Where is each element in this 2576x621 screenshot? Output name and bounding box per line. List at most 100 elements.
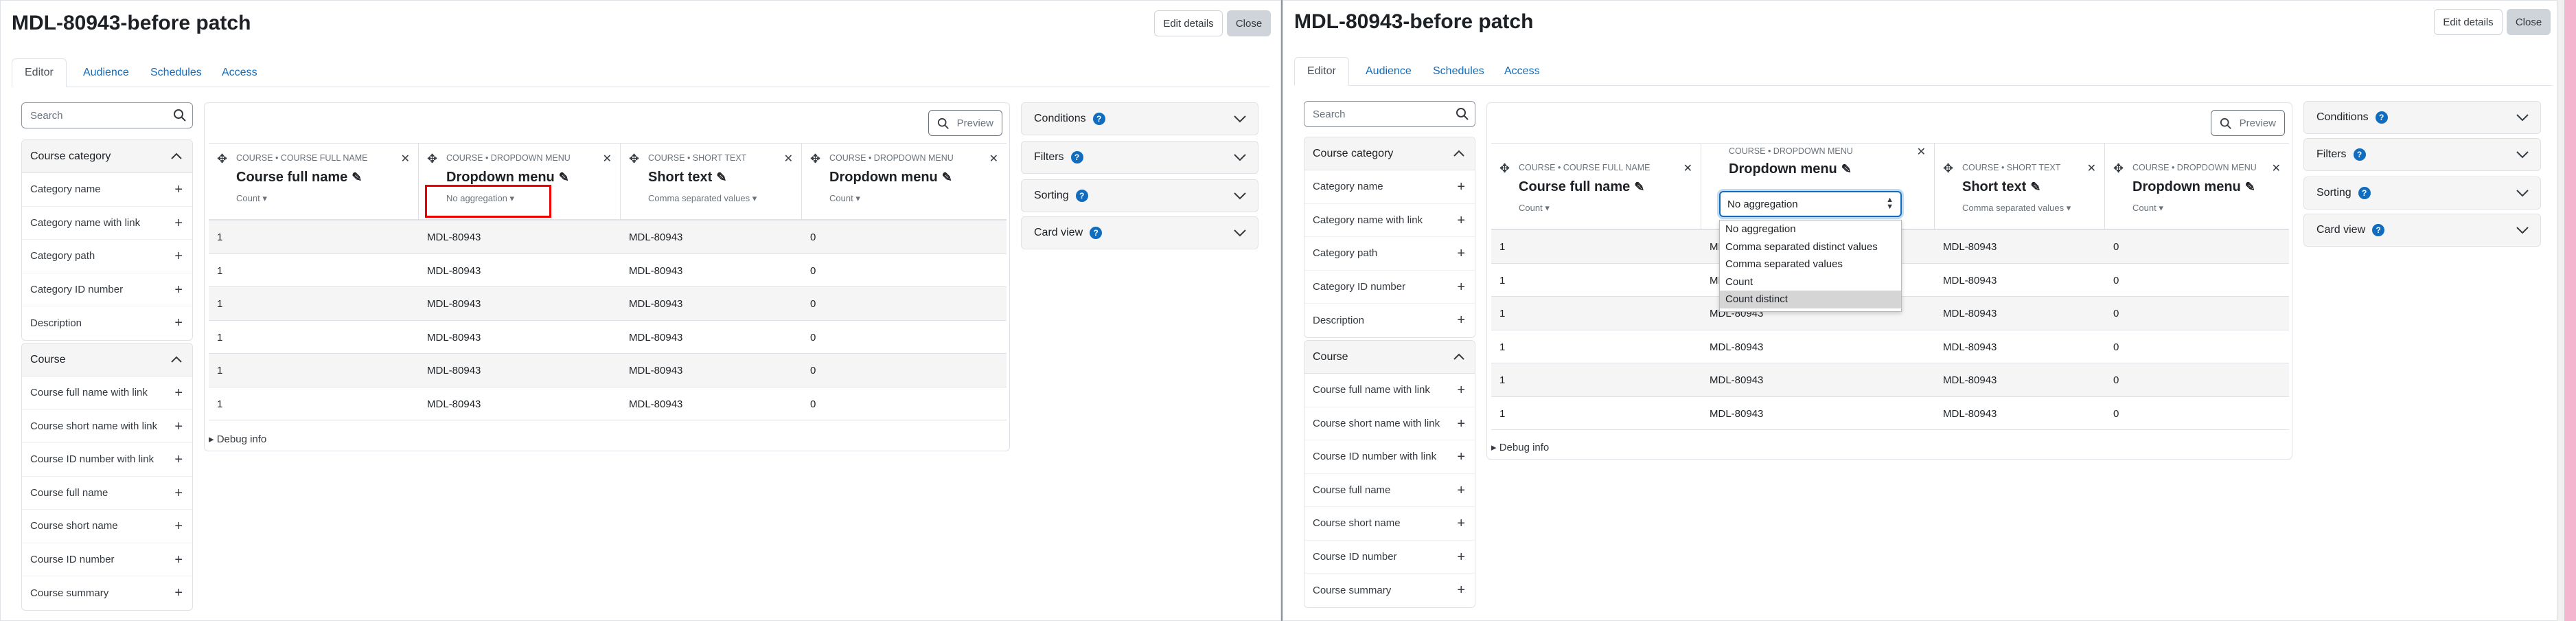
aggregation-select-open[interactable]: No aggregation ▲ ▼: [1719, 191, 1902, 217]
course-header[interactable]: Course: [22, 343, 192, 376]
close-icon[interactable]: ✕: [2272, 161, 2281, 175]
course-category-header[interactable]: Course category: [1304, 137, 1475, 170]
column-name[interactable]: Dropdown menu ✎: [446, 170, 569, 185]
pencil-icon[interactable]: ✎: [352, 170, 362, 185]
sidebar-item-category-path[interactable]: Category path +: [22, 240, 192, 273]
card-view-card[interactable]: Card view?: [2303, 214, 2541, 247]
sidebar-item-description[interactable]: Description +: [22, 306, 192, 340]
aggregation-select[interactable]: Comma separated values ▾: [1962, 203, 2071, 214]
plus-icon[interactable]: +: [1457, 450, 1465, 464]
sidebar-item-course-short-name[interactable]: Course short name +: [1304, 507, 1475, 541]
plus-icon[interactable]: +: [1457, 180, 1465, 194]
sidebar-item-course-short-name-link[interactable]: Course short name with link +: [22, 410, 192, 443]
plus-icon[interactable]: +: [1457, 280, 1465, 294]
move-icon[interactable]: ✥: [1499, 161, 1510, 176]
plus-icon[interactable]: +: [1457, 583, 1465, 597]
search-input[interactable]: Search: [21, 102, 193, 128]
chevron-down-icon[interactable]: [1233, 114, 1247, 124]
close-icon[interactable]: ✕: [989, 152, 998, 166]
dropdown-option[interactable]: Count: [1720, 273, 1901, 291]
debug-info-toggle[interactable]: ▸ Debug info: [1491, 441, 1549, 460]
scrollbar[interactable]: [2557, 0, 2564, 621]
edit-details-button[interactable]: Edit details: [1154, 10, 1223, 36]
conditions-card[interactable]: Conditions?: [1021, 102, 1258, 135]
plus-icon[interactable]: +: [1457, 383, 1465, 397]
sidebar-item-category-id[interactable]: Category ID number +: [22, 273, 192, 306]
chevron-down-icon[interactable]: [1233, 153, 1247, 162]
help-icon[interactable]: ?: [1092, 113, 1105, 125]
tab-access[interactable]: Access: [1492, 57, 1552, 86]
close-icon[interactable]: ✕: [1917, 145, 1926, 159]
help-icon[interactable]: ?: [2353, 148, 2366, 161]
sidebar-item-course-id-link[interactable]: Course ID number with link +: [1304, 440, 1475, 474]
column-name[interactable]: Dropdown menu ✎: [1729, 161, 1852, 177]
column-name[interactable]: Dropdown menu ✎: [829, 170, 952, 185]
dropdown-option[interactable]: Comma separated values: [1720, 256, 1901, 273]
move-icon[interactable]: ✥: [1710, 145, 1720, 159]
pencil-icon[interactable]: ✎: [1634, 180, 1644, 194]
sidebar-item-category-name[interactable]: Category name +: [1304, 170, 1475, 204]
search-icon[interactable]: [1456, 107, 1469, 121]
dropdown-option[interactable]: Comma separated distinct values: [1720, 238, 1901, 256]
chevron-down-icon[interactable]: [2516, 225, 2529, 235]
tab-editor[interactable]: Editor: [1294, 57, 1349, 86]
chevron-down-icon[interactable]: [1233, 191, 1247, 201]
column-name[interactable]: Dropdown menu ✎: [2132, 179, 2255, 195]
card-view-card[interactable]: Card view?: [1021, 216, 1258, 249]
aggregation-select[interactable]: Count ▾: [829, 193, 860, 204]
sidebar-item-course-summary[interactable]: Course summary +: [22, 576, 192, 610]
pencil-icon[interactable]: ✎: [716, 170, 726, 185]
help-icon[interactable]: ?: [1075, 190, 1088, 202]
edit-details-button[interactable]: Edit details: [2434, 9, 2503, 35]
sidebar-item-category-id[interactable]: Category ID number +: [1304, 271, 1475, 304]
sorting-card[interactable]: Sorting?: [2303, 177, 2541, 210]
help-icon[interactable]: ?: [1070, 151, 1083, 163]
move-icon[interactable]: ✥: [427, 152, 437, 166]
column-name[interactable]: Short text ✎: [1962, 179, 2040, 195]
plus-icon[interactable]: +: [174, 216, 183, 230]
plus-icon[interactable]: +: [1457, 417, 1465, 431]
help-icon[interactable]: ?: [2375, 111, 2388, 124]
filters-card[interactable]: Filters?: [2303, 138, 2541, 171]
move-icon[interactable]: ✥: [2113, 161, 2124, 176]
chevron-down-icon[interactable]: [1233, 228, 1247, 238]
plus-icon[interactable]: +: [174, 453, 183, 466]
sidebar-item-description[interactable]: Description +: [1304, 304, 1475, 337]
move-icon[interactable]: ✥: [810, 152, 820, 166]
sidebar-item-course-id-link[interactable]: Course ID number with link +: [22, 443, 192, 477]
sidebar-item-course-id[interactable]: Course ID number +: [1304, 541, 1475, 574]
pencil-icon[interactable]: ✎: [1841, 162, 1852, 177]
tab-schedules[interactable]: Schedules: [1421, 57, 1497, 86]
tab-access[interactable]: Access: [209, 58, 270, 87]
plus-icon[interactable]: +: [174, 183, 183, 196]
plus-icon[interactable]: +: [174, 386, 183, 400]
sidebar-item-category-name-link[interactable]: Category name with link +: [1304, 204, 1475, 237]
close-button[interactable]: Close: [1227, 10, 1271, 36]
tab-audience[interactable]: Audience: [1353, 57, 1424, 86]
plus-icon[interactable]: +: [1457, 313, 1465, 327]
tab-editor[interactable]: Editor: [12, 58, 67, 87]
search-icon[interactable]: [173, 109, 187, 122]
dropdown-option[interactable]: Count distinct: [1720, 291, 1901, 308]
plus-icon[interactable]: +: [174, 420, 183, 433]
sidebar-item-course-id[interactable]: Course ID number +: [22, 543, 192, 576]
sidebar-item-category-name[interactable]: Category name +: [22, 173, 192, 207]
plus-icon[interactable]: +: [1457, 484, 1465, 497]
plus-icon[interactable]: +: [174, 316, 183, 330]
column-name[interactable]: Short text ✎: [648, 170, 726, 185]
aggregation-select[interactable]: Comma separated values ▾: [648, 193, 757, 204]
debug-info-toggle[interactable]: ▸ Debug info: [209, 433, 266, 452]
pencil-icon[interactable]: ✎: [2245, 180, 2255, 194]
sidebar-item-course-short-name-link[interactable]: Course short name with link +: [1304, 407, 1475, 440]
plus-icon[interactable]: +: [1457, 214, 1465, 227]
preview-button[interactable]: Preview: [928, 110, 1002, 136]
plus-icon[interactable]: +: [1457, 517, 1465, 530]
help-icon[interactable]: ?: [2358, 187, 2371, 199]
plus-icon[interactable]: +: [174, 553, 183, 567]
chevron-up-icon[interactable]: [170, 354, 183, 364]
close-icon[interactable]: ✕: [2087, 161, 2096, 175]
chevron-down-icon[interactable]: [2516, 188, 2529, 198]
sidebar-item-course-full-name[interactable]: Course full name +: [22, 477, 192, 510]
filters-card[interactable]: Filters?: [1021, 141, 1258, 174]
close-icon[interactable]: ✕: [784, 152, 793, 166]
